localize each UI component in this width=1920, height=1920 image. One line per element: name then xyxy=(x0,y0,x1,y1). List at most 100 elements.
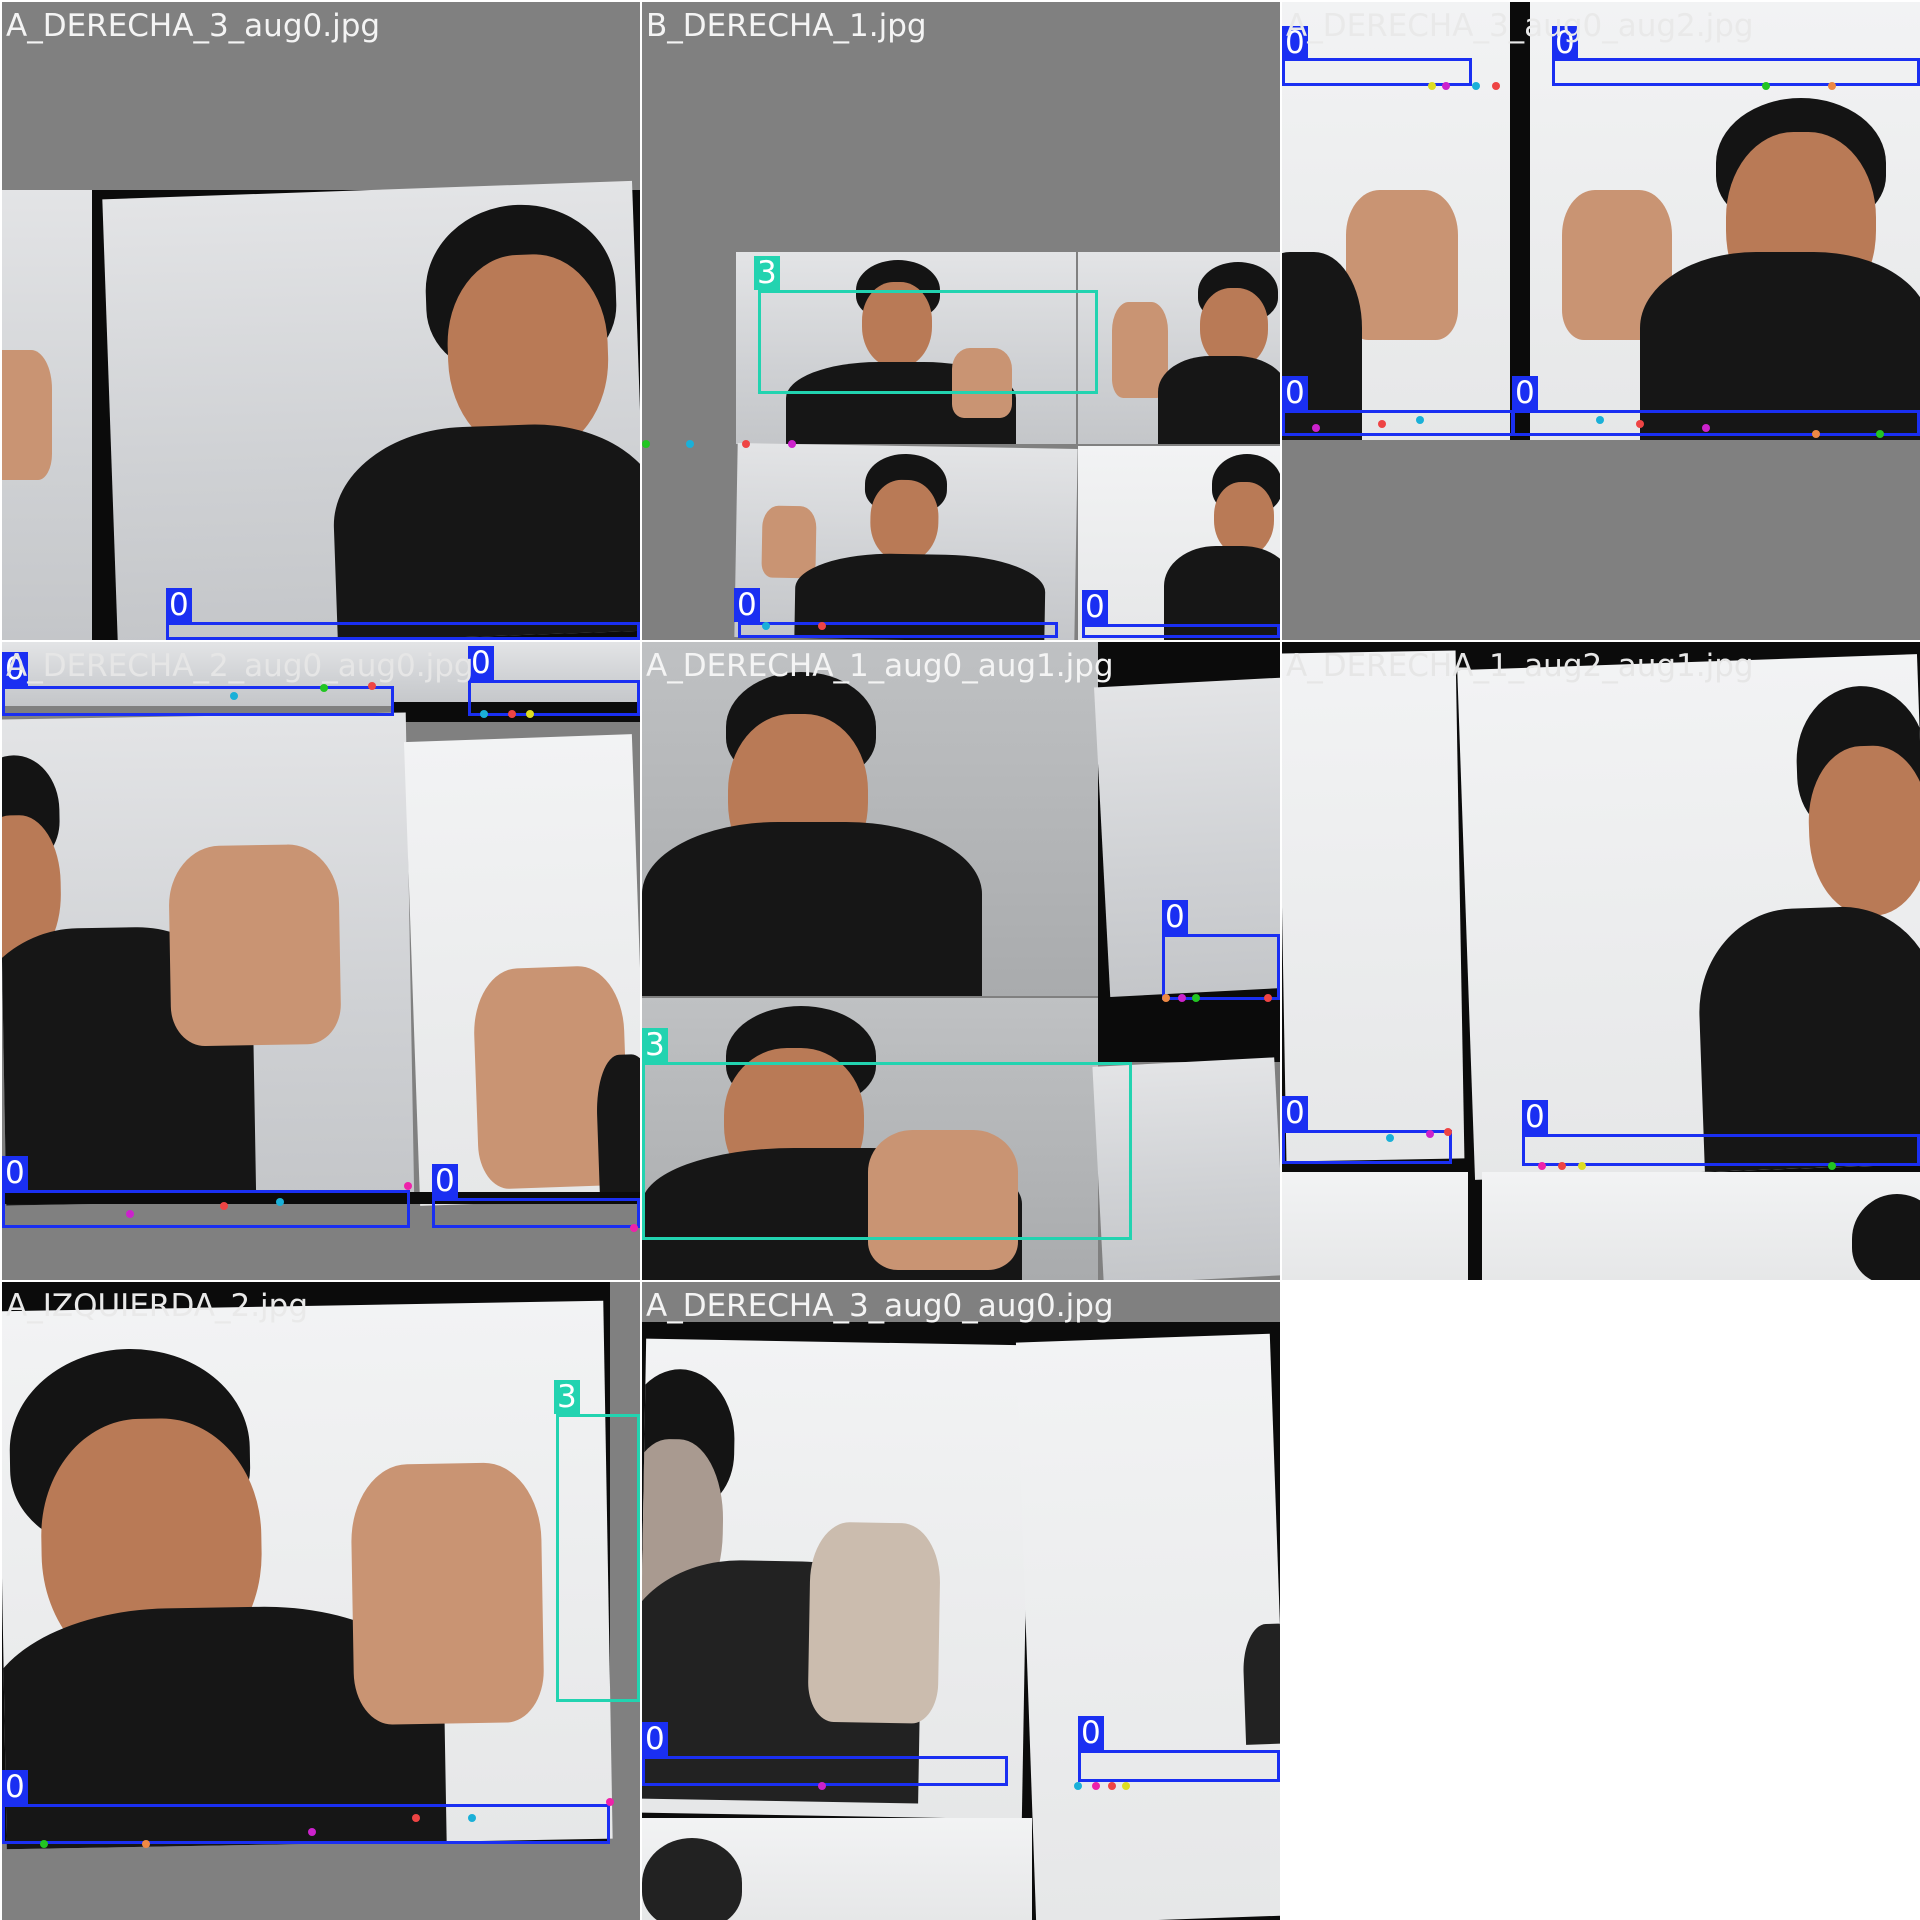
bbox-class-0 xyxy=(642,1756,1008,1786)
mosaic-tile-2: B_DERECHA_1.jpg 3 0 0 xyxy=(642,2,1280,640)
person-hair xyxy=(1852,1194,1920,1280)
photo-frame xyxy=(2,712,415,1206)
keypoint xyxy=(1538,1162,1546,1170)
bbox-label: 0 xyxy=(2,1770,28,1804)
mosaic-tile-1: A_DERECHA_3_aug0.jpg 0 xyxy=(2,2,640,640)
keypoint xyxy=(1264,994,1272,1002)
bbox-class-0 xyxy=(166,622,640,640)
keypoint xyxy=(1074,1782,1082,1790)
bbox-label: 0 xyxy=(642,1722,668,1756)
tile-title: A_DERECHA_3_aug0_aug0.jpg xyxy=(646,1288,1114,1324)
photo-frame xyxy=(1282,1172,1468,1280)
photo-frame xyxy=(403,734,640,1206)
photo-frame xyxy=(1015,1333,1280,1920)
person-hair xyxy=(642,1838,742,1920)
photo-frame xyxy=(1482,1172,1920,1280)
mosaic-tile-8: A_DERECHA_3_aug0_aug0.jpg 0 0 xyxy=(642,1282,1280,1920)
person-shirt xyxy=(595,1053,640,1206)
keypoint xyxy=(788,440,796,448)
keypoint xyxy=(1558,1162,1566,1170)
photo-frame xyxy=(2,190,92,640)
keypoint xyxy=(508,710,516,718)
keypoint xyxy=(526,710,534,718)
keypoint xyxy=(1426,1130,1434,1138)
mosaic-tile-7: A_IZQUIERDA_2.jpg 3 0 xyxy=(2,1282,640,1920)
hand xyxy=(761,505,817,579)
keypoint xyxy=(126,1210,134,1218)
keypoint xyxy=(1492,82,1500,90)
person-face xyxy=(1806,743,1920,918)
keypoint xyxy=(1416,416,1424,424)
bbox-class-0 xyxy=(1162,934,1280,1000)
keypoint xyxy=(630,1224,638,1232)
bbox-class-3 xyxy=(758,290,1098,394)
keypoint xyxy=(1192,994,1200,1002)
photo-frame xyxy=(642,1338,1031,1820)
keypoint xyxy=(1596,416,1604,424)
tile-title: A_DERECHA_3_aug0_aug2.jpg xyxy=(1286,8,1754,44)
keypoint xyxy=(1812,430,1820,438)
person-shirt xyxy=(330,420,640,640)
keypoint xyxy=(480,710,488,718)
photo-frame xyxy=(1078,252,1280,444)
bbox-class-0 xyxy=(2,1190,410,1228)
person-shirt xyxy=(1241,1622,1280,1745)
keypoint xyxy=(1636,420,1644,428)
bbox-label: 0 xyxy=(1082,590,1108,624)
keypoint xyxy=(1092,1782,1100,1790)
person-shirt xyxy=(1158,356,1280,444)
tile-title: A_DERECHA_2_aug0_aug0.jpg xyxy=(6,648,474,684)
keypoint xyxy=(686,440,694,448)
empty-cell xyxy=(1282,1282,1920,1920)
keypoint xyxy=(412,1814,420,1822)
keypoint xyxy=(1444,1128,1452,1136)
bbox-class-0 xyxy=(432,1198,640,1228)
keypoint xyxy=(308,1828,316,1836)
keypoint xyxy=(404,1182,412,1190)
bbox-class-0 xyxy=(2,1804,610,1844)
keypoint xyxy=(1122,1782,1130,1790)
bbox-label: 0 xyxy=(166,588,192,622)
keypoint xyxy=(1108,1782,1116,1790)
hand xyxy=(2,350,52,480)
bbox-label: 3 xyxy=(754,256,780,290)
keypoint xyxy=(1162,994,1170,1002)
photo-frame xyxy=(734,443,1078,640)
keypoint xyxy=(1178,994,1186,1002)
mosaic-tile-4: A_DERECHA_2_aug0_aug0.jpg 0 0 0 0 xyxy=(2,642,640,1280)
keypoint xyxy=(818,622,826,630)
keypoint xyxy=(742,440,750,448)
hand xyxy=(168,843,342,1047)
bbox-label: 3 xyxy=(642,1028,668,1062)
tile-title: A_DERECHA_1_aug0_aug1.jpg xyxy=(646,648,1114,684)
bbox-class-3 xyxy=(642,1062,1132,1240)
bbox-class-3 xyxy=(556,1414,640,1702)
bbox-label: 3 xyxy=(554,1380,580,1414)
tile-title: A_DERECHA_1_aug2_aug1.jpg xyxy=(1286,648,1754,684)
keypoint xyxy=(1472,82,1480,90)
bbox-class-0 xyxy=(1078,1750,1280,1782)
keypoint xyxy=(1442,82,1450,90)
bbox-label: 0 xyxy=(1282,1096,1308,1130)
hand xyxy=(350,1461,545,1726)
mosaic-tile-5: A_DERECHA_1_aug0_aug1.jpg 0 3 xyxy=(642,642,1280,1280)
mosaic-tile-6: A_DERECHA_1_aug2_aug1.jpg 0 0 xyxy=(1282,642,1920,1280)
keypoint xyxy=(762,622,770,630)
bbox-label: 0 xyxy=(1522,1100,1548,1134)
photo-frame xyxy=(1078,446,1280,640)
keypoint xyxy=(1876,430,1884,438)
bbox-class-0 xyxy=(1512,410,1920,436)
bbox-class-0 xyxy=(1282,410,1514,436)
bbox-label: 0 xyxy=(2,1156,28,1190)
bbox-label: 0 xyxy=(1078,1716,1104,1750)
bbox-class-0 xyxy=(738,622,1058,638)
keypoint xyxy=(230,692,238,700)
keypoint xyxy=(1312,424,1320,432)
bbox-label: 0 xyxy=(734,588,760,622)
keypoint xyxy=(1386,1134,1394,1142)
keypoint xyxy=(220,1202,228,1210)
keypoint xyxy=(1702,424,1710,432)
photo-frame xyxy=(102,180,640,640)
tile-title: A_IZQUIERDA_2.jpg xyxy=(6,1288,309,1324)
keypoint xyxy=(642,440,650,448)
